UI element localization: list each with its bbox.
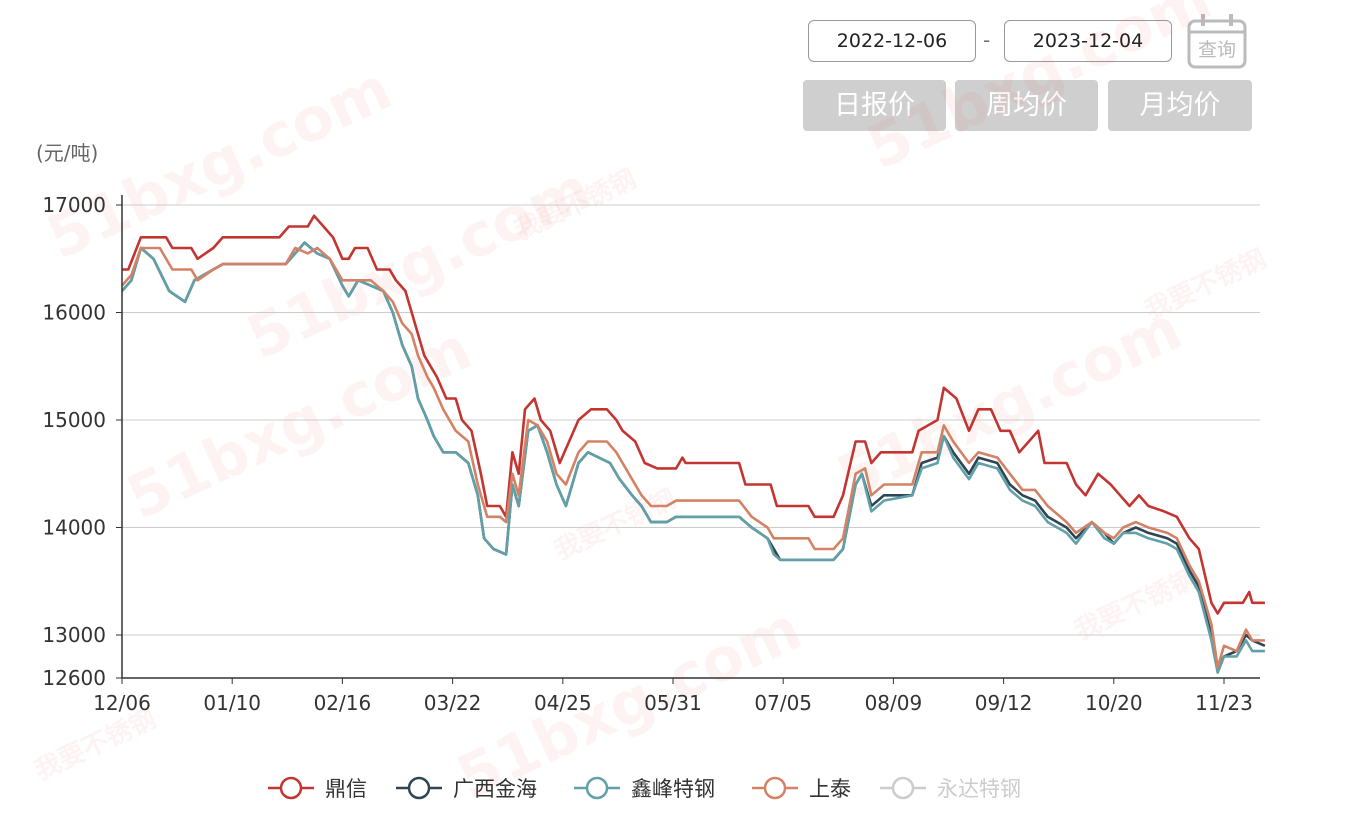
x-tick-label: 07/05 bbox=[754, 691, 812, 715]
x-tick-label: 09/12 bbox=[975, 691, 1033, 715]
legend-marker bbox=[407, 776, 431, 800]
legend-label: 鑫峰特钢 bbox=[631, 777, 715, 801]
y-tick-label: 12600 bbox=[42, 666, 106, 690]
legend-item-永达特钢[interactable]: 永达特钢 bbox=[880, 776, 1021, 801]
y-tick-label: 15000 bbox=[42, 408, 106, 432]
legend-item-广西金海[interactable]: 广西金海 bbox=[396, 776, 537, 801]
watermark-text: 我要不锈钢 bbox=[30, 704, 161, 786]
x-tick-label: 01/10 bbox=[203, 691, 261, 715]
watermark-text: 51bxg.com bbox=[827, 294, 1192, 514]
x-tick-label: 12/06 bbox=[93, 691, 151, 715]
x-tick-label: 05/31 bbox=[644, 691, 702, 715]
legend-label: 广西金海 bbox=[453, 777, 537, 801]
legend-item-鑫峰特钢[interactable]: 鑫峰特钢 bbox=[574, 776, 715, 801]
legend-marker bbox=[279, 776, 303, 800]
legend-item-鼎信[interactable]: 鼎信 bbox=[268, 776, 367, 801]
y-tick-label: 16000 bbox=[42, 301, 106, 325]
x-tick-label: 03/22 bbox=[424, 691, 482, 715]
legend-item-上泰[interactable]: 上泰 bbox=[752, 776, 851, 801]
legend-label: 上泰 bbox=[809, 777, 851, 801]
x-tick-label: 11/23 bbox=[1195, 691, 1253, 715]
x-tick-label: 02/16 bbox=[314, 691, 372, 715]
grid-lines bbox=[122, 204, 1260, 636]
watermark-text: 我要不锈钢 bbox=[1070, 564, 1201, 646]
watermark-text: 51bxg.com bbox=[857, 0, 1222, 184]
legend-marker bbox=[585, 776, 609, 800]
legend-marker bbox=[763, 776, 787, 800]
legend-label: 永达特钢 bbox=[937, 777, 1021, 801]
y-tick-label: 14000 bbox=[42, 516, 106, 540]
legend: 鼎信 广西金海 鑫峰特钢 上泰 永达特钢 bbox=[268, 776, 1021, 801]
x-tick-label: 08/09 bbox=[865, 691, 923, 715]
y-tick-label: 13000 bbox=[42, 623, 106, 647]
legend-label: 鼎信 bbox=[325, 777, 367, 801]
x-tick-label: 10/20 bbox=[1085, 691, 1143, 715]
x-tick-label: 04/25 bbox=[534, 691, 592, 715]
legend-marker bbox=[891, 776, 915, 800]
price-line-chart: 51bxg.com 我要不锈钢51bxg.com我要不锈钢51bxg.com 我要不… bbox=[30, 0, 1271, 814]
y-unit-label: (元/吨) bbox=[36, 141, 98, 165]
y-tick-label: 17000 bbox=[42, 193, 106, 217]
